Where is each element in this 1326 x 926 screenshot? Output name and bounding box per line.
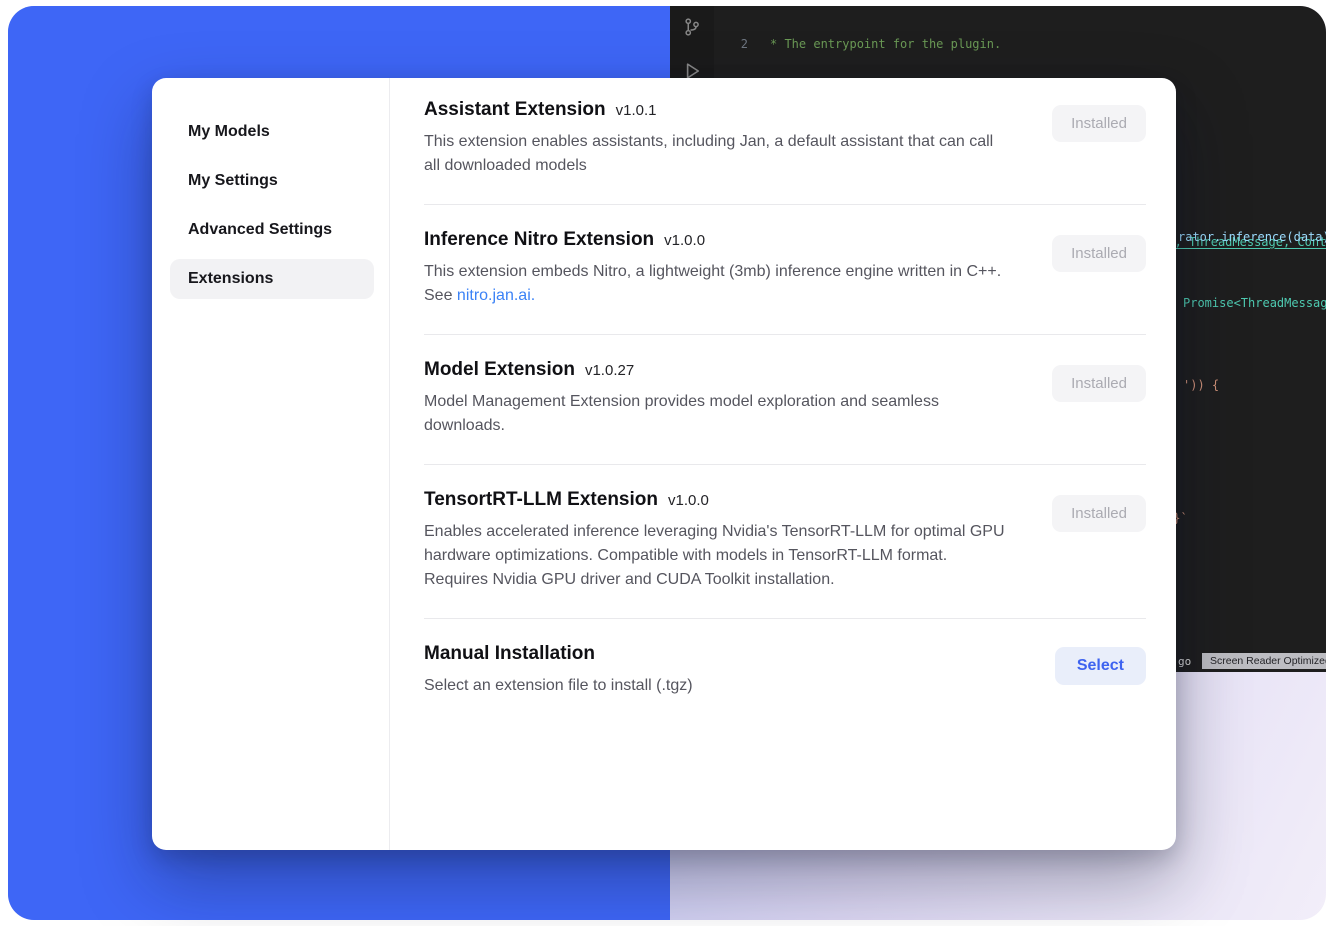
nitro-link[interactable]: nitro.jan.ai.	[457, 287, 535, 304]
installed-badge: Installed	[1052, 495, 1146, 532]
sidebar-item-my-models[interactable]: My Models	[170, 112, 374, 152]
select-file-button[interactable]: Select	[1055, 647, 1146, 685]
source-control-icon[interactable]	[681, 16, 703, 38]
extension-entry-tensorrt-llm: TensortRT-LLM Extension v1.0.0 Enables ac…	[424, 465, 1146, 619]
extension-entry-assistant: Assistant Extension v1.0.1 This extension…	[424, 78, 1146, 205]
extension-version: v1.0.0	[668, 492, 709, 509]
code-fragment: Promise<ThreadMessage>	[1183, 296, 1326, 310]
extension-title-row: TensortRT-LLM Extension v1.0.0	[424, 489, 1009, 511]
code-line: 2 * The entrypoint for the plugin.	[714, 36, 1326, 53]
extension-description: Model Management Extension provides mode…	[424, 390, 1009, 438]
code-fragment: ')) {	[1183, 378, 1219, 392]
extension-title-row: Manual Installation	[424, 643, 693, 665]
extension-version: v1.0.1	[616, 102, 657, 119]
extension-name: TensortRT-LLM Extension	[424, 489, 658, 510]
code-fragment: rator.inference(data));	[1178, 230, 1326, 244]
settings-dialog: My Models My Settings Advanced Settings …	[152, 78, 1176, 850]
installed-badge: Installed	[1052, 365, 1146, 402]
sidebar-item-my-settings[interactable]: My Settings	[170, 161, 374, 201]
extension-title-row: Inference Nitro Extension v1.0.0	[424, 229, 1009, 251]
installed-badge: Installed	[1052, 105, 1146, 142]
extension-version: v1.0.27	[585, 362, 634, 379]
extension-title-row: Model Extension v1.0.27	[424, 359, 1009, 381]
settings-sidebar: My Models My Settings Advanced Settings …	[152, 78, 390, 850]
manual-installation-title: Manual Installation	[424, 643, 595, 664]
sidebar-item-extensions[interactable]: Extensions	[170, 259, 374, 299]
extension-version: v1.0.0	[664, 232, 705, 249]
extension-name: Inference Nitro Extension	[424, 229, 654, 250]
extension-info: TensortRT-LLM Extension v1.0.0 Enables ac…	[424, 489, 1009, 592]
status-text: go	[1178, 655, 1191, 668]
extension-entry-model: Model Extension v1.0.27 Model Management …	[424, 335, 1146, 465]
extension-description: This extension embeds Nitro, a lightweig…	[424, 260, 1009, 308]
extensions-list: Assistant Extension v1.0.1 This extension…	[390, 78, 1176, 850]
screen-reader-chip: Screen Reader Optimized	[1202, 653, 1326, 669]
extension-name: Assistant Extension	[424, 99, 606, 120]
sidebar-item-advanced-settings[interactable]: Advanced Settings	[170, 210, 374, 250]
extension-name: Model Extension	[424, 359, 575, 380]
extension-info: Assistant Extension v1.0.1 This extension…	[424, 99, 1009, 178]
extension-entry-inference-nitro: Inference Nitro Extension v1.0.0 This ext…	[424, 205, 1146, 335]
installed-badge: Installed	[1052, 235, 1146, 272]
extension-info: Manual Installation Select an extension …	[424, 643, 693, 698]
extension-title-row: Assistant Extension v1.0.1	[424, 99, 1009, 121]
manual-installation-entry: Manual Installation Select an extension …	[424, 619, 1146, 724]
extension-description: This extension enables assistants, inclu…	[424, 130, 1009, 178]
extension-info: Model Extension v1.0.27 Model Management …	[424, 359, 1009, 438]
extension-description: Enables accelerated inference leveraging…	[424, 520, 1009, 592]
line-number: 2	[714, 36, 748, 53]
extension-info: Inference Nitro Extension v1.0.0 This ext…	[424, 229, 1009, 308]
manual-installation-description: Select an extension file to install (.tg…	[424, 674, 693, 698]
code-text: * The entrypoint for the plugin.	[770, 36, 1001, 53]
